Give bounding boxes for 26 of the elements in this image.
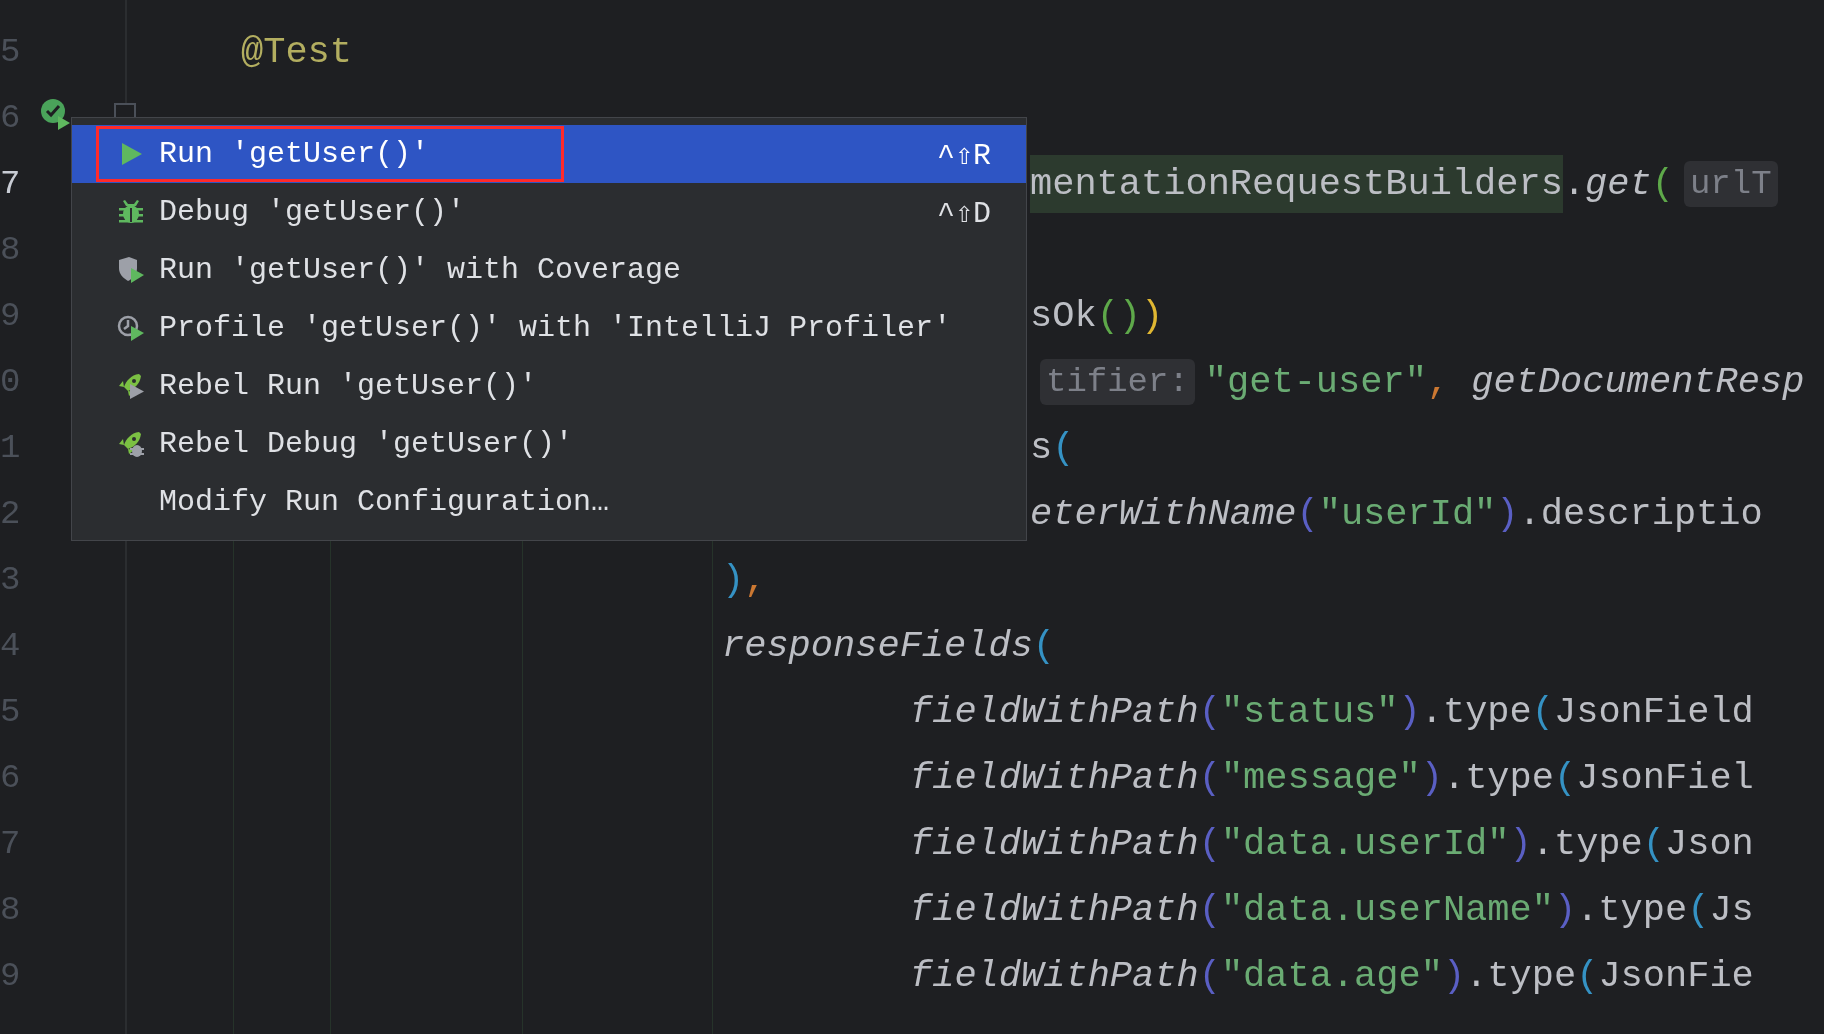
menu-item[interactable]: Rebel Run 'getUser()' xyxy=(72,357,1026,415)
menu-item[interactable]: Modify Run Configuration… xyxy=(72,473,1026,531)
line-number: 7 xyxy=(0,165,22,203)
code-line: responseFields( xyxy=(722,624,1056,669)
rocket-play-icon xyxy=(117,372,145,400)
menu-item[interactable]: Debug 'getUser()' ^⇧D xyxy=(72,183,1026,241)
shield-play-icon xyxy=(117,256,145,284)
code-line: @Test xyxy=(241,30,353,75)
code-line: tifier: "get-user", getDocumentResp xyxy=(1030,353,1805,411)
code-line: sOk()) xyxy=(1030,294,1164,339)
clock-play-icon xyxy=(117,314,145,342)
test-passed-icon[interactable] xyxy=(38,96,72,130)
code-line: fieldWithPath("data.age").type(JsonFie xyxy=(910,954,1754,999)
code-line: ), xyxy=(722,558,767,603)
menu-item[interactable]: Rebel Debug 'getUser()' xyxy=(72,415,1026,473)
code-line: fieldWithPath("data.userId").type(Json xyxy=(910,822,1754,867)
menu-item[interactable]: Run 'getUser()' ^⇧R xyxy=(72,125,1026,183)
menu-item[interactable]: Profile 'getUser()' with 'IntelliJ Profiler' xyxy=(72,299,1026,357)
code-line: fieldWithPath("message").type(JsonFiel xyxy=(910,756,1754,801)
code-line: eterWithName("userId").descriptio xyxy=(1030,492,1763,537)
code-line: s( xyxy=(1030,426,1075,471)
rocket-bug-icon xyxy=(117,430,145,458)
bug-icon xyxy=(117,198,145,226)
code-line: fieldWithPath("status").type(JsonField xyxy=(910,690,1754,735)
code-line: fieldWithPath("data.userName").type(Js xyxy=(910,888,1754,933)
menu-item[interactable]: Run 'getUser()' with Coverage xyxy=(72,241,1026,299)
